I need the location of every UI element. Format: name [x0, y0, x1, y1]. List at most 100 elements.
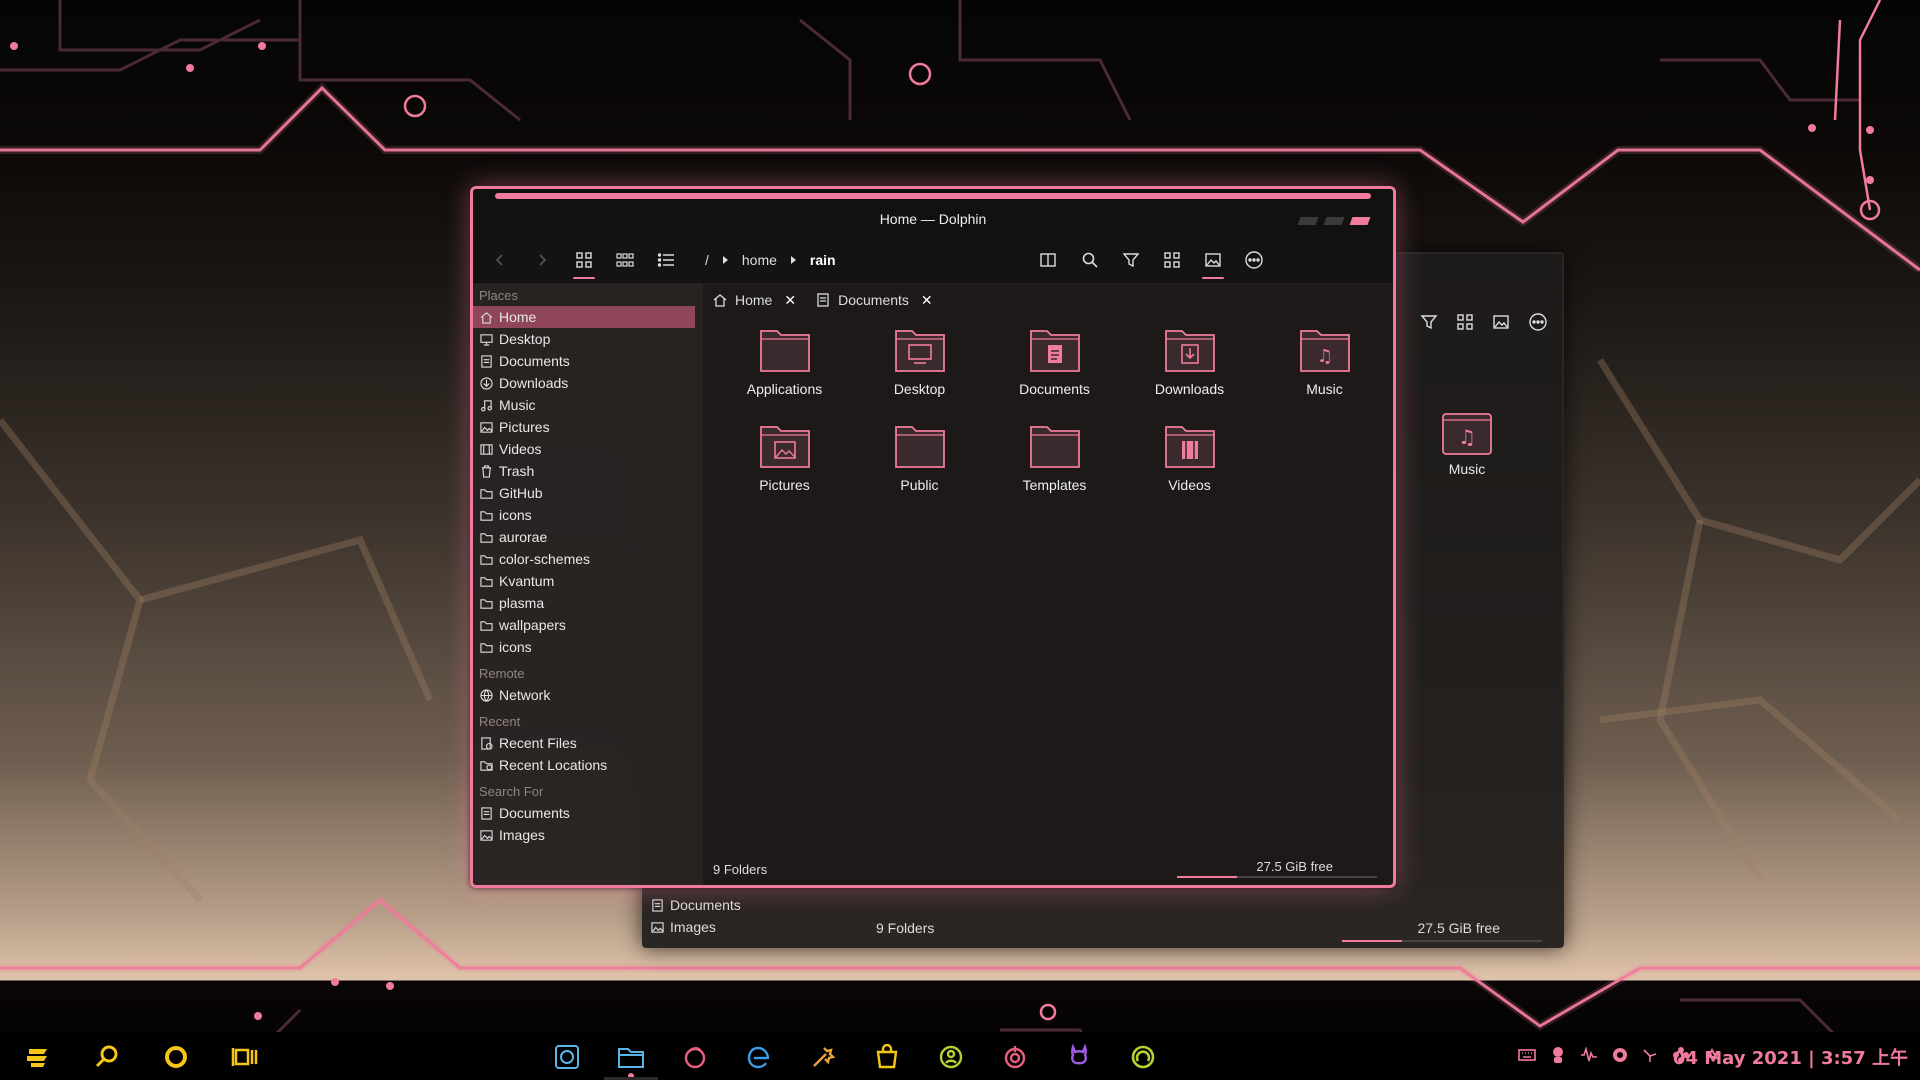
folder-downloads[interactable]: Downloads — [1122, 325, 1257, 407]
sidebar-item-desktop[interactable]: Desktop — [473, 328, 703, 350]
power-icon[interactable] — [1612, 1047, 1628, 1068]
close-button[interactable] — [1349, 217, 1371, 225]
preview-icon[interactable] — [1492, 313, 1510, 336]
menu-icon[interactable] — [1528, 312, 1548, 337]
sidebar-item-home[interactable]: Home — [473, 306, 695, 328]
dolphin-window[interactable]: Home — Dolphin / home rain Places Home De… — [470, 186, 1396, 888]
breadcrumb-root[interactable]: / — [705, 252, 709, 268]
sidebar-item-trash[interactable]: Trash — [473, 460, 703, 482]
clock[interactable]: 04 May 2021 | 3:57 上午 — [1673, 1044, 1908, 1070]
folder-public[interactable]: Public — [852, 421, 987, 503]
compact-view-button[interactable] — [612, 247, 638, 273]
taskbar-app-4[interactable] — [806, 1040, 840, 1074]
close-tab-icon[interactable]: ✕ — [784, 292, 796, 309]
tab-documents[interactable]: Documents ✕ — [816, 292, 933, 309]
taskbar-github-app[interactable] — [1062, 1040, 1096, 1074]
taskbar-app-7[interactable] — [998, 1040, 1032, 1074]
sidebar-item-documents[interactable]: Documents — [473, 802, 703, 824]
tab-home[interactable]: Home ✕ — [713, 292, 796, 309]
home-icon — [479, 310, 493, 324]
sidebar-item-kvantum[interactable]: Kvantum — [473, 570, 703, 592]
minimize-button[interactable] — [1297, 217, 1319, 225]
folder-templates[interactable]: Templates — [987, 421, 1122, 503]
sidebar-item-color-schemes[interactable]: color-schemes — [473, 548, 703, 570]
sidebar-item-documents[interactable]: Documents — [473, 350, 703, 372]
sidebar-item-label: plasma — [499, 595, 545, 611]
spiral-icon — [1004, 1046, 1026, 1069]
sidebar-item-github[interactable]: GitHub — [473, 482, 703, 504]
sidebar-item-images[interactable]: Images — [473, 824, 703, 846]
details-view-button[interactable] — [653, 247, 679, 273]
breadcrumb-current[interactable]: rain — [810, 252, 836, 268]
breadcrumb-separator-icon[interactable] — [790, 256, 796, 264]
sidebar-item-wallpapers[interactable]: wallpapers — [473, 614, 703, 636]
keyboard-icon[interactable] — [1518, 1048, 1536, 1067]
pictures-icon — [479, 420, 493, 434]
back-search-places: Documents Images — [650, 894, 741, 938]
icons-view-button[interactable] — [571, 247, 597, 279]
sidebar-item-recent-files[interactable]: Recent Files — [473, 732, 703, 754]
compact-view-icon — [616, 253, 634, 267]
mascot-icon[interactable] — [1550, 1046, 1566, 1069]
more-icon — [1245, 251, 1263, 269]
split-view-button[interactable] — [1035, 247, 1061, 273]
sidebar-item-plasma[interactable]: plasma — [473, 592, 703, 614]
back-folder-music[interactable]: ♫ Music — [1417, 406, 1517, 477]
taskbar-app-6[interactable] — [934, 1040, 968, 1074]
menu-button[interactable] — [1241, 247, 1267, 273]
sidebar-item-music[interactable]: Music — [473, 394, 703, 416]
app-launcher-button[interactable] — [22, 1040, 56, 1074]
close-tab-icon[interactable]: ✕ — [921, 292, 933, 309]
window-switcher-button[interactable] — [228, 1040, 262, 1074]
folder-applications[interactable]: Applications — [717, 325, 852, 407]
sidebar-item-downloads[interactable]: Downloads — [473, 372, 703, 394]
downloads-icon — [479, 376, 493, 390]
folder-icon — [479, 486, 493, 500]
maximize-button[interactable] — [1323, 217, 1345, 225]
network-icon[interactable] — [1642, 1047, 1658, 1068]
filter-icon[interactable] — [1420, 313, 1438, 336]
filter-button[interactable] — [1118, 247, 1144, 273]
folder-videos[interactable]: Videos — [1122, 421, 1257, 503]
breadcrumb-item[interactable]: home — [742, 252, 777, 268]
title-bar[interactable]: Home — Dolphin — [473, 189, 1393, 237]
sidebar-item-icons[interactable]: icons — [473, 636, 703, 658]
search-button[interactable] — [1077, 247, 1103, 273]
folder-music[interactable]: ♫ Music — [1257, 325, 1392, 407]
sidebar-item-label: icons — [499, 639, 532, 655]
back-place-item[interactable]: Documents — [650, 894, 741, 916]
taskbar-app-9[interactable] — [1126, 1040, 1160, 1074]
documents-icon — [650, 898, 664, 912]
sidebar-item-aurorae[interactable]: aurorae — [473, 526, 703, 548]
folder-grid: Applications Desktop Documents Downloads ♫ Mu… — [717, 325, 1392, 503]
search-launcher-button[interactable] — [90, 1040, 124, 1074]
icons-view-icon[interactable] — [1456, 313, 1474, 336]
sidebar-item-label: Network — [499, 687, 551, 703]
sidebar-item-videos[interactable]: Videos — [473, 438, 703, 460]
folder-desktop[interactable]: Desktop — [852, 325, 987, 407]
recent-files-icon — [479, 736, 493, 750]
overview-button[interactable] — [159, 1040, 193, 1074]
folder-applications-icon — [759, 330, 810, 372]
sidebar-item-recent-locations[interactable]: Recent Locations — [473, 754, 703, 776]
network-icon — [479, 688, 493, 702]
preview-button[interactable] — [1200, 247, 1226, 279]
sidebar-item-network[interactable]: Network — [473, 684, 703, 706]
taskbar-store-app[interactable] — [870, 1040, 904, 1074]
taskbar-edge-app[interactable] — [742, 1040, 776, 1074]
folder-pictures[interactable]: Pictures — [717, 421, 852, 503]
back-place-item[interactable]: Images — [650, 916, 741, 938]
sidebar-item-icons[interactable]: icons — [473, 504, 703, 526]
taskbar: 04 May 2021 | 3:57 上午 — [0, 1032, 1920, 1080]
taskbar-firefox-app[interactable] — [678, 1040, 712, 1074]
back-button[interactable] — [487, 247, 513, 273]
folder-documents[interactable]: Documents — [987, 325, 1122, 407]
desktop-icon — [479, 332, 493, 346]
sidebar-item-pictures[interactable]: Pictures — [473, 416, 703, 438]
taskbar-screenshot-app[interactable] — [550, 1040, 584, 1074]
breadcrumb-separator-icon[interactable] — [722, 256, 728, 264]
forward-button[interactable] — [529, 247, 555, 273]
view-mode-button[interactable] — [1159, 247, 1185, 273]
audio-wave-icon[interactable] — [1580, 1046, 1598, 1068]
taskbar-dolphin-app[interactable] — [604, 1040, 658, 1080]
